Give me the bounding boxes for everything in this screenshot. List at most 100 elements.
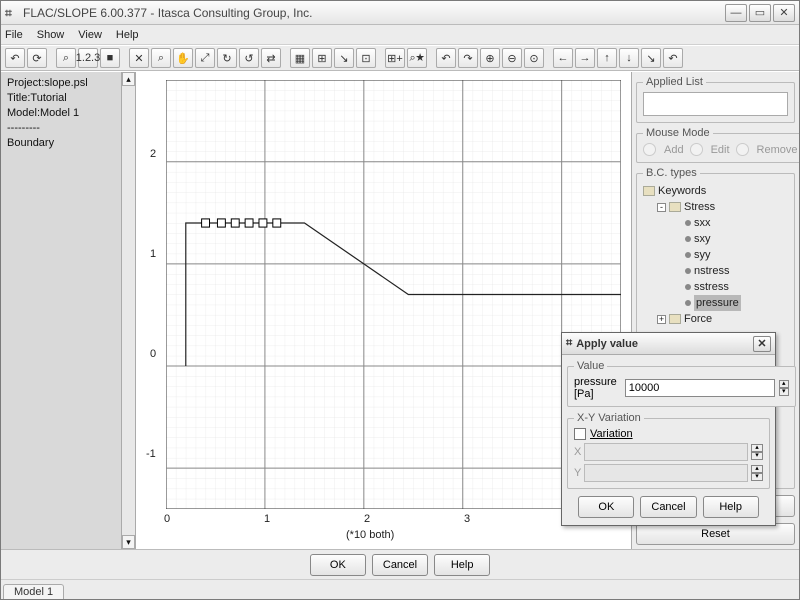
tool-left-icon[interactable]: ← — [553, 48, 573, 68]
tool-arrow-icon[interactable]: ↘ — [334, 48, 354, 68]
scroll-up-icon[interactable]: ▴ — [122, 72, 135, 86]
xtick-0: 0 — [164, 513, 170, 525]
tree-sstress[interactable]: sstress — [694, 279, 729, 295]
titlebar: ⌗ FLAC/SLOPE 6.00.377 - Itasca Consultin… — [1, 1, 799, 25]
tab-model-1[interactable]: Model 1 — [3, 584, 64, 599]
tool-zoomout-icon[interactable]: ⊖ — [502, 48, 522, 68]
plot-area[interactable]: 2 1 0 -1 0 1 2 3 4 (*10 both) ⌗ Apply va… — [136, 72, 631, 549]
bottom-button-bar: OK Cancel Help — [1, 549, 799, 579]
tool-box-icon[interactable]: ⊡ — [356, 48, 376, 68]
info-model: Model:Model 1 — [7, 106, 129, 121]
mouse-edit-radio — [690, 143, 703, 156]
tool-right-icon[interactable]: → — [575, 48, 595, 68]
xtick-3: 3 — [464, 513, 470, 525]
xy-legend: X-Y Variation — [574, 412, 644, 424]
dialog-icon: ⌗ — [566, 337, 572, 350]
tree-syy[interactable]: syy — [694, 247, 711, 263]
tree-sxy[interactable]: sxy — [694, 231, 711, 247]
tool-redo-icon[interactable]: ⟳ — [27, 48, 47, 68]
tool-back-icon[interactable]: ↶ — [436, 48, 456, 68]
menu-help[interactable]: Help — [116, 29, 139, 41]
ytick-1: 1 — [150, 248, 156, 260]
folder-icon — [669, 202, 681, 212]
menu-show[interactable]: Show — [37, 29, 65, 41]
tool-fwd-icon[interactable]: ↷ — [458, 48, 478, 68]
y-spinner: ▴▾ — [751, 465, 763, 481]
tree-force[interactable]: Force — [684, 311, 712, 327]
value-label: pressure [Pa] — [574, 376, 621, 400]
ytick-n1: -1 — [146, 448, 156, 460]
window-title: FLAC/SLOPE 6.00.377 - Itasca Consulting … — [23, 6, 725, 20]
dialog-close-button[interactable]: ✕ — [753, 336, 771, 352]
tool-rotcw-icon[interactable]: ↻ — [217, 48, 237, 68]
menu-view[interactable]: View — [78, 29, 102, 41]
dialog-cancel-button[interactable]: Cancel — [640, 496, 696, 518]
reset-button[interactable]: Reset — [636, 523, 795, 545]
node-icon — [685, 220, 691, 226]
apply-value-dialog: ⌗ Apply value ✕ Value pressure [Pa] ▴▾ — [561, 332, 776, 526]
tool-up-icon[interactable]: ↑ — [597, 48, 617, 68]
tool-undo-icon[interactable]: ↶ — [5, 48, 25, 68]
mouse-edit-label: Edit — [711, 144, 730, 156]
tool-down-icon[interactable]: ↓ — [619, 48, 639, 68]
tree-nstress[interactable]: nstress — [694, 263, 729, 279]
tool-grid1-icon[interactable]: ▦ — [290, 48, 310, 68]
node-icon — [685, 252, 691, 258]
maximize-button[interactable]: ▭ — [749, 4, 771, 22]
cancel-button[interactable]: Cancel — [372, 554, 428, 576]
dialog-help-button[interactable]: Help — [703, 496, 759, 518]
tree-pressure[interactable]: pressure — [694, 295, 741, 311]
collapse-icon[interactable]: - — [657, 203, 666, 212]
applied-list-fieldset: Applied List — [636, 76, 795, 123]
tool-diag-icon[interactable]: ↘ — [641, 48, 661, 68]
value-spinner[interactable]: ▴▾ — [779, 380, 789, 396]
tool-grid2-icon[interactable]: ⊞ — [312, 48, 332, 68]
x-spinner: ▴▾ — [751, 444, 763, 460]
menu-file[interactable]: File — [5, 29, 23, 41]
variation-checkbox[interactable] — [574, 428, 586, 440]
tool-fill-icon[interactable]: ■ — [100, 48, 120, 68]
help-button[interactable]: Help — [434, 554, 490, 576]
tool-zoom-icon[interactable]: ⌕ — [56, 48, 76, 68]
tree-sxx[interactable]: sxx — [694, 215, 711, 231]
pressure-input[interactable] — [625, 379, 775, 397]
expand-icon[interactable]: + — [657, 315, 666, 324]
xy-fieldset: X-Y Variation Variation X ▴▾ Y — [567, 412, 770, 489]
tool-zoom2-icon[interactable]: ⌕ — [151, 48, 171, 68]
close-button[interactable]: ✕ — [773, 4, 795, 22]
applied-list-legend: Applied List — [643, 76, 706, 88]
tree-stress[interactable]: Stress — [684, 199, 715, 215]
tree-keywords[interactable]: Keywords — [658, 183, 706, 199]
ytick-0: 0 — [150, 348, 156, 360]
tool-pan-icon[interactable]: ✋ — [173, 48, 193, 68]
tool-swap-icon[interactable]: ⇄ — [261, 48, 281, 68]
dialog-ok-button[interactable]: OK — [578, 496, 634, 518]
info-scrollbar[interactable]: ▴ ▾ — [121, 72, 135, 549]
tool-zoomfit-icon[interactable]: ⊙ — [524, 48, 544, 68]
tool-select-icon[interactable]: ⊞+ — [385, 48, 405, 68]
scroll-down-icon[interactable]: ▾ — [122, 535, 135, 549]
value-legend: Value — [574, 360, 607, 372]
tool-zoomin-icon[interactable]: ⊕ — [480, 48, 500, 68]
tool-rotccw-icon[interactable]: ↺ — [239, 48, 259, 68]
y-variation-input — [584, 464, 748, 482]
node-icon — [685, 268, 691, 274]
tool-clear-icon[interactable]: ✕ — [129, 48, 149, 68]
node-icon — [685, 284, 691, 290]
tool-zoomsel-icon[interactable]: ⌕★ — [407, 48, 427, 68]
ok-button[interactable]: OK — [310, 554, 366, 576]
tool-reset-icon[interactable]: ↶ — [663, 48, 683, 68]
mouse-mode-legend: Mouse Mode — [643, 127, 713, 139]
tool-numbers-icon[interactable]: 1.2.3 — [78, 48, 98, 68]
value-fieldset: Value pressure [Pa] ▴▾ — [567, 360, 796, 407]
mouse-add-radio — [643, 143, 656, 156]
x-label: X — [574, 446, 581, 458]
xtick-2: 2 — [364, 513, 370, 525]
bc-types-legend: B.C. types — [643, 167, 700, 179]
y-label: Y — [574, 467, 581, 479]
bc-tree[interactable]: Keywords - Stress sxx sxy syy nstress sst… — [643, 183, 788, 327]
dialog-titlebar[interactable]: ⌗ Apply value ✕ — [562, 333, 775, 355]
applied-list-box[interactable] — [643, 92, 788, 116]
tool-move-icon[interactable]: ⤢ — [195, 48, 215, 68]
minimize-button[interactable]: — — [725, 4, 747, 22]
